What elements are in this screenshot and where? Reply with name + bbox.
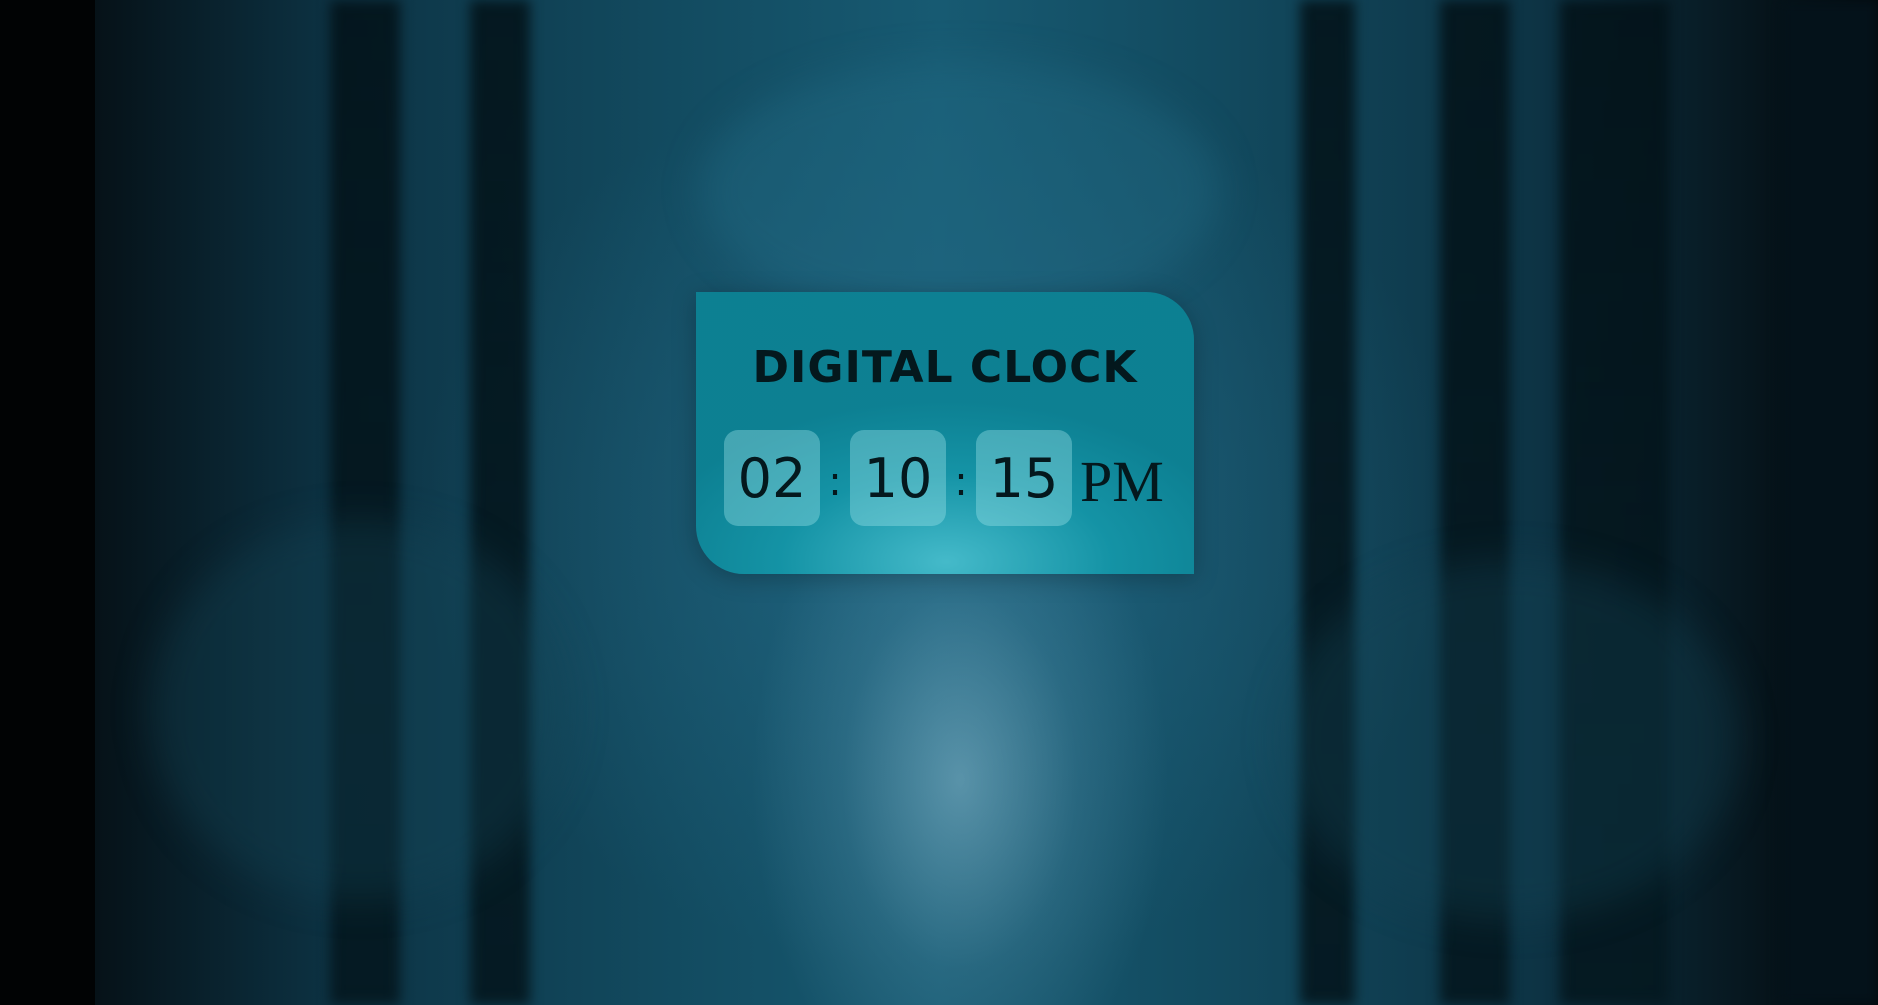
foliage bbox=[1280, 560, 1740, 920]
tree-trunk bbox=[1780, 0, 1878, 1005]
tree-trunk bbox=[0, 0, 95, 1005]
time-separator: : bbox=[828, 459, 842, 505]
am-pm-indicator: PM bbox=[1080, 448, 1164, 514]
time-separator: : bbox=[954, 459, 968, 505]
digital-clock-card: DIGITAL CLOCK 02 : 10 : 15 PM bbox=[696, 292, 1194, 574]
hours-display: 02 bbox=[724, 430, 820, 526]
foliage bbox=[700, 60, 1220, 320]
seconds-display: 15 bbox=[976, 430, 1072, 526]
foliage bbox=[150, 520, 570, 900]
minutes-display: 10 bbox=[850, 430, 946, 526]
clock-title: DIGITAL CLOCK bbox=[752, 342, 1138, 393]
time-display: 02 : 10 : 15 PM bbox=[724, 430, 1164, 526]
